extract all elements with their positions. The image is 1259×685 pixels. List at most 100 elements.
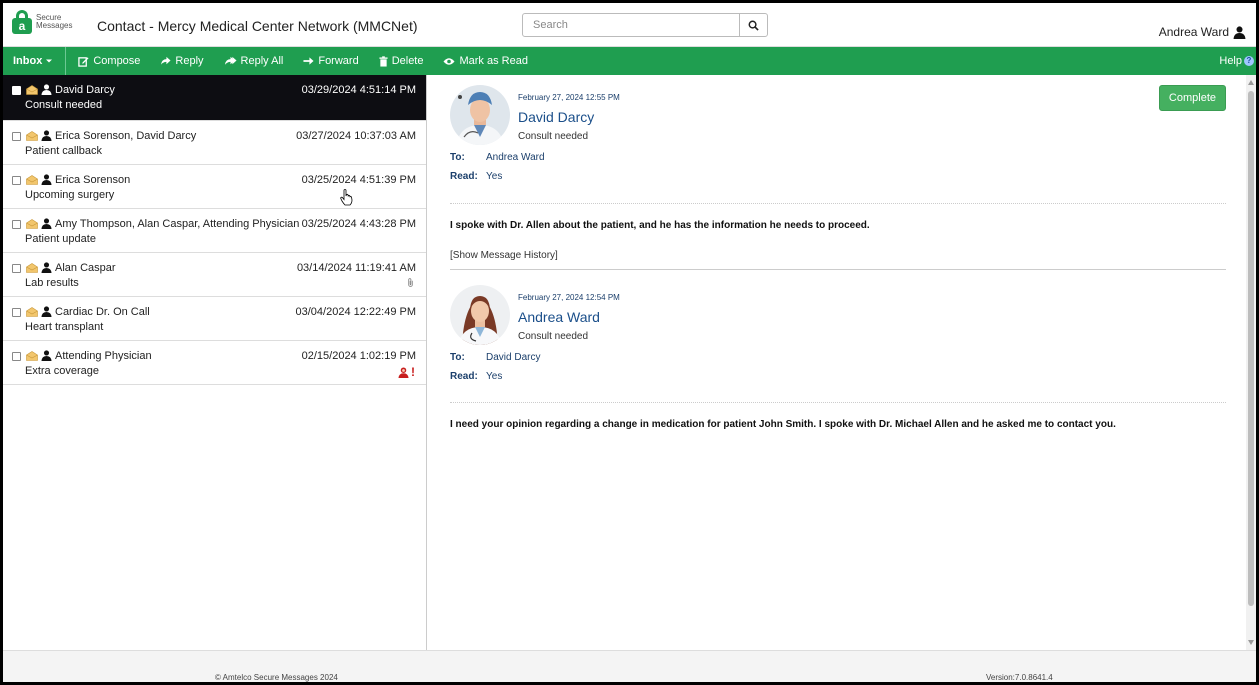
priority-mark: ! — [411, 365, 415, 379]
message-date: 03/27/2024 10:37:03 AM — [296, 130, 416, 142]
delete-button[interactable]: Delete — [369, 47, 434, 75]
to-row: To: Andrea Ward — [450, 152, 545, 163]
forward-label: Forward — [318, 55, 359, 67]
scroll-down-icon[interactable] — [1248, 640, 1254, 645]
user-icon — [41, 84, 52, 95]
message-checkbox[interactable] — [12, 220, 21, 229]
message-row[interactable]: David Darcy Consult needed 03/29/2024 4:… — [3, 75, 426, 121]
search-icon — [748, 20, 759, 31]
search-input[interactable] — [523, 14, 739, 36]
reply-all-label: Reply All — [240, 55, 284, 67]
message-from: Erica Sorenson, David Darcy — [55, 130, 197, 142]
message-subject: Consult needed — [518, 331, 589, 342]
message-row[interactable]: Erica Sorenson, David Darcy Patient call… — [3, 121, 426, 165]
message-date: 03/29/2024 4:51:14 PM — [301, 84, 416, 96]
scroll-up-icon[interactable] — [1248, 80, 1254, 85]
question-icon: ? — [1244, 56, 1254, 66]
message-row[interactable]: Amy Thompson, Alan Caspar, Attending Phy… — [3, 209, 426, 253]
scrollbar-thumb[interactable] — [1248, 91, 1254, 606]
eye-icon — [443, 57, 455, 65]
message-date: 03/25/2024 4:43:28 PM — [301, 218, 416, 230]
forward-button[interactable]: Forward — [293, 47, 368, 75]
read-row: Read: Yes — [450, 171, 502, 182]
user-icon — [1233, 25, 1246, 39]
read-value: Yes — [486, 171, 503, 182]
complete-button[interactable]: Complete — [1158, 85, 1226, 111]
message-checkbox[interactable] — [12, 176, 21, 185]
message-checkbox[interactable] — [12, 132, 21, 141]
read-label: Read: — [450, 171, 478, 182]
divider — [450, 402, 1226, 403]
user-icon — [41, 306, 52, 317]
message-checkbox[interactable] — [12, 308, 21, 317]
reply-icon — [161, 56, 171, 65]
to-row: To: David Darcy — [450, 352, 540, 363]
message-detail: Complete February 27, 2024 12:55 PM Davi… — [428, 75, 1244, 650]
logo-line2: Messages — [36, 21, 73, 30]
message-subject: Patient callback — [25, 145, 103, 157]
message-from: Attending Physician — [55, 350, 152, 362]
help-link[interactable]: Help ? — [1209, 47, 1256, 75]
reply-all-button[interactable]: Reply All — [214, 47, 294, 75]
app-logo[interactable]: a Secure Messages — [12, 10, 72, 34]
message-subject: Upcoming surgery — [25, 189, 115, 201]
read-value: Yes — [486, 371, 503, 382]
user-icon — [41, 350, 52, 361]
header: a Secure Messages Contact - Mercy Medica… — [3, 3, 1256, 47]
user-icon — [41, 218, 52, 229]
divider — [450, 269, 1226, 270]
footer: © Amtelco Secure Messages 2024 Version:7… — [3, 650, 1256, 682]
compose-icon — [78, 56, 89, 67]
message-checkbox[interactable] — [12, 352, 21, 361]
detail-scrollbar[interactable] — [1246, 75, 1256, 650]
message-date: February 27, 2024 12:54 PM — [518, 293, 620, 302]
message-row[interactable]: Alan Caspar Lab results 03/14/2024 11:19… — [3, 253, 426, 297]
message-from: Cardiac Dr. On Call — [55, 306, 150, 318]
message-subject: Extra coverage — [25, 365, 99, 377]
trash-icon — [379, 55, 388, 67]
user-name: Andrea Ward — [1158, 25, 1229, 39]
message-date: 03/04/2024 12:22:49 PM — [295, 306, 416, 318]
page-title: Contact - Mercy Medical Center Network (… — [97, 18, 418, 34]
envelope-open-icon — [26, 85, 38, 95]
reply-all-icon — [224, 56, 237, 65]
search-button[interactable] — [739, 14, 767, 36]
inbox-label: Inbox — [13, 55, 43, 67]
reply-button[interactable]: Reply — [150, 47, 213, 75]
to-value: David Darcy — [486, 352, 541, 363]
show-history-link[interactable]: [Show Message History] — [450, 250, 558, 261]
hand-cursor-icon — [340, 189, 353, 206]
user-menu[interactable]: Andrea Ward — [1159, 25, 1246, 39]
mark-as-read-button[interactable]: Mark as Read — [433, 47, 537, 75]
message-date: 03/14/2024 11:19:41 AM — [296, 262, 416, 274]
user-icon — [41, 262, 52, 273]
message-sender[interactable]: David Darcy — [518, 109, 594, 125]
message-checkbox[interactable] — [12, 264, 21, 273]
message-from: Amy Thompson, Alan Caspar, Attending Phy… — [55, 218, 300, 230]
lock-icon: a — [12, 10, 32, 34]
paperclip-icon — [408, 278, 413, 287]
message-from: Alan Caspar — [55, 262, 116, 274]
read-row: Read: Yes — [450, 371, 502, 382]
envelope-open-icon — [26, 219, 38, 229]
message-row[interactable]: Cardiac Dr. On Call Heart transplant 03/… — [3, 297, 426, 341]
read-label: Read: — [450, 371, 478, 382]
message-checkbox[interactable] — [12, 86, 21, 95]
message-row[interactable]: Attending Physician Extra coverage 02/15… — [3, 341, 426, 385]
envelope-open-icon — [26, 131, 38, 141]
divider — [450, 203, 1226, 204]
message-row[interactable]: Erica Sorenson Upcoming surgery 03/25/20… — [3, 165, 426, 209]
chevron-down-icon — [46, 59, 53, 63]
arrow-right-icon — [303, 57, 314, 65]
message-subject: Heart transplant — [25, 321, 104, 333]
message-subject: Consult needed — [518, 131, 589, 142]
search-box — [522, 13, 768, 37]
message-sender[interactable]: Andrea Ward — [518, 309, 600, 325]
compose-button[interactable]: Compose — [66, 47, 150, 75]
message-from: Erica Sorenson — [55, 174, 131, 186]
message-from: David Darcy — [55, 84, 115, 96]
delete-label: Delete — [391, 55, 424, 67]
inbox-dropdown[interactable]: Inbox — [3, 47, 67, 75]
envelope-open-icon — [26, 263, 38, 273]
message-body: I need your opinion regarding a change i… — [450, 419, 1116, 430]
